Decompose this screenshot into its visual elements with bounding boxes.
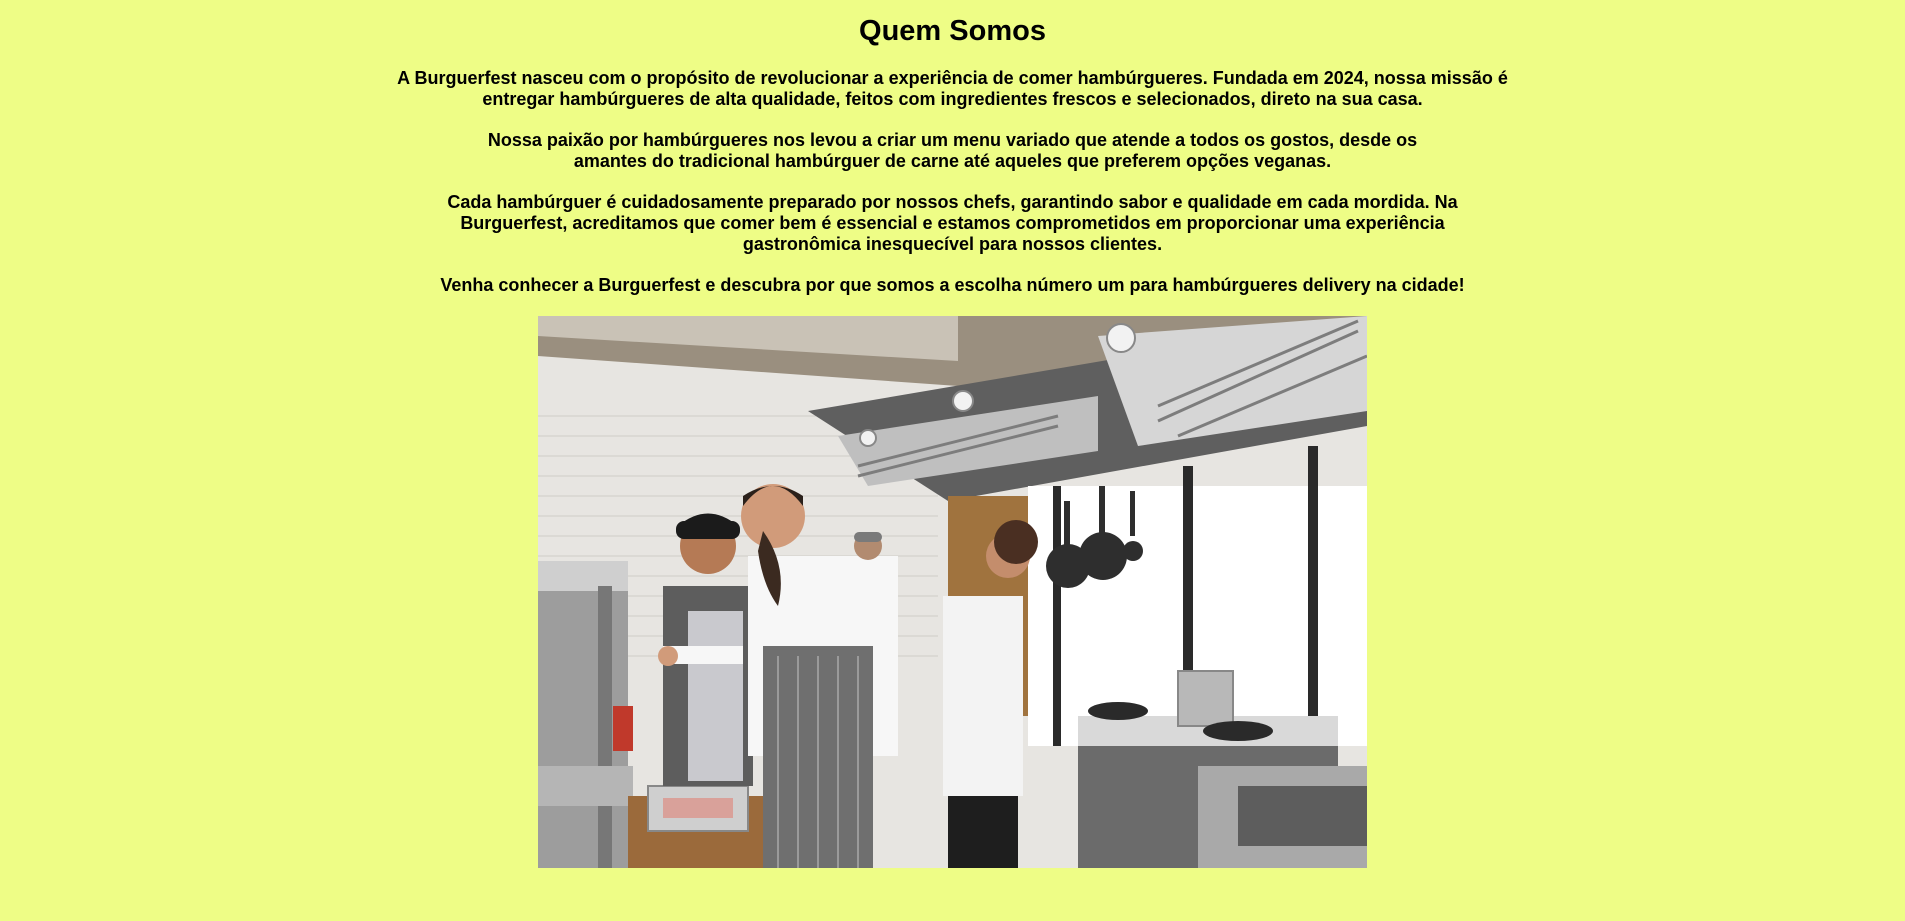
kitchen-chefs-photo [538, 316, 1367, 868]
about-paragraph-2: Nossa paixão por hambúrgueres nos levou … [487, 130, 1418, 171]
about-paragraph-4: Venha conhecer a Burguerfest e descubra … [440, 275, 1465, 295]
about-paragraph-3: Cada hambúrguer é cuidadosamente prepara… [447, 192, 1458, 254]
about-section: Quem Somos A Burguerfest nasceu com o pr… [353, 0, 1553, 868]
about-paragraph-1: A Burguerfest nasceu com o propósito de … [397, 68, 1508, 109]
page-title: Quem Somos [859, 15, 1046, 47]
